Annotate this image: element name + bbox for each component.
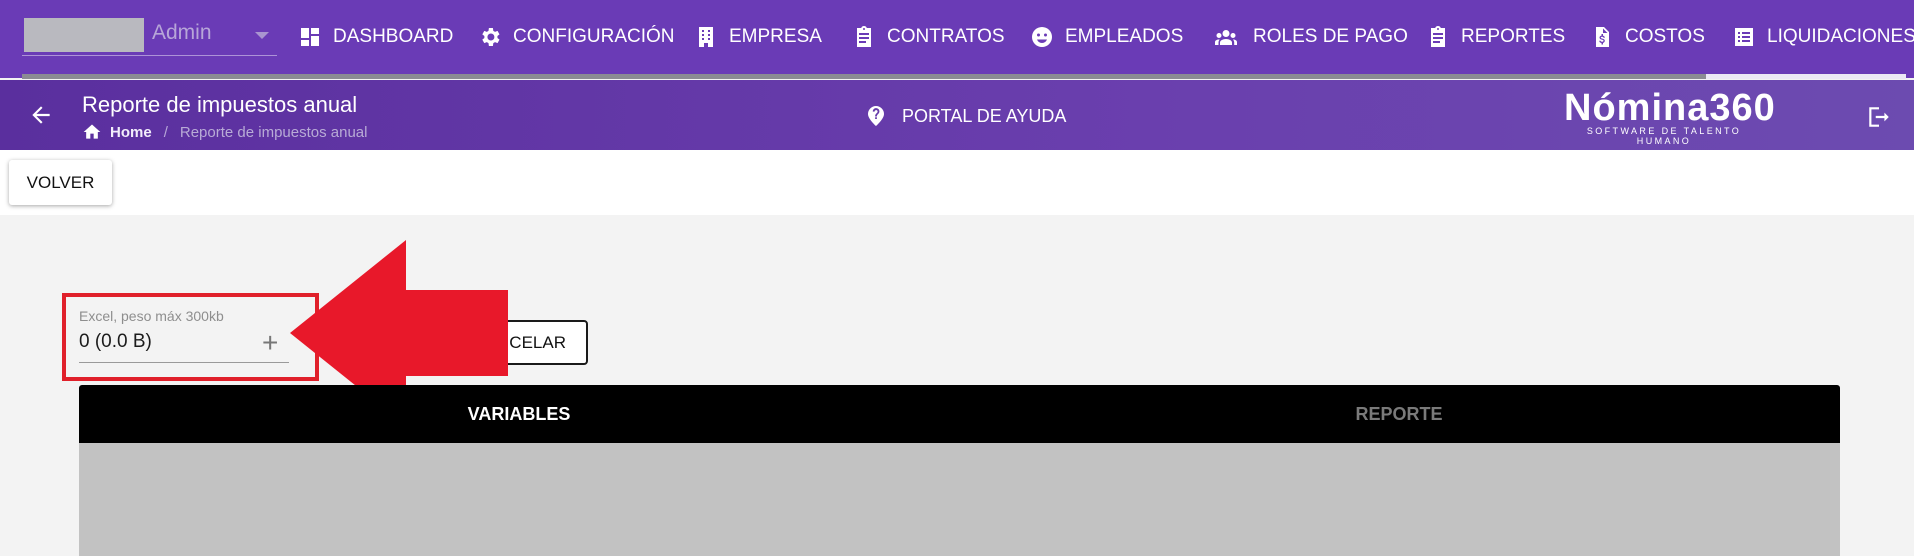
top-navbar: Admin DASHBOARD CONFIGURACIÓN EMPRESA CO… [0, 0, 1914, 79]
nav-contratos[interactable]: CONTRATOS [852, 0, 1005, 74]
breadcrumb-home[interactable]: Home [110, 124, 152, 141]
breadcrumb: Home / Reporte de impuestos anual [82, 122, 367, 142]
brand-logo: Nómina360 SOFTWARE DE TALENTO HUMANO [1564, 87, 1776, 146]
nav-label: ROLES DE PAGO [1253, 26, 1408, 47]
help-portal-label: PORTAL DE AYUDA [902, 105, 1067, 126]
back-arrow-icon[interactable] [28, 102, 54, 128]
logout-icon[interactable] [1866, 104, 1892, 130]
company-select[interactable]: Admin [22, 16, 277, 56]
nav-costos[interactable]: COSTOS [1590, 0, 1705, 74]
nav-active-indicator [1706, 74, 1906, 79]
nav-label: REPORTES [1461, 26, 1566, 47]
nav-indicator-track [22, 74, 1906, 79]
invoice-icon [1596, 27, 1609, 47]
brand-tagline: SOFTWARE DE TALENTO HUMANO [1586, 126, 1742, 146]
people-icon [1215, 30, 1237, 45]
nav-roles-de-pago[interactable]: ROLES DE PAGO [1210, 0, 1408, 74]
company-name: Admin [152, 21, 212, 44]
nav-configuracion[interactable]: CONFIGURACIÓN [478, 0, 675, 74]
page-title: Reporte de impuestos anual [82, 92, 358, 117]
nav-label: CONFIGURACIÓN [513, 26, 675, 47]
file-input-underline [79, 362, 289, 363]
nav-liquidaciones[interactable]: LIQUIDACIONES [1732, 0, 1914, 74]
redacted-company-logo [24, 18, 144, 52]
dashboard-icon [301, 28, 319, 46]
add-file-icon[interactable]: + [262, 329, 278, 357]
nav-empleados[interactable]: EMPLEADOS [1030, 0, 1183, 74]
nav-label: LIQUIDACIONES [1767, 26, 1914, 47]
file-input-value[interactable]: 0 (0.0 B) [79, 331, 152, 353]
action-toolbar [0, 150, 1914, 215]
face-icon [1032, 27, 1052, 47]
back-button[interactable]: VOLVER [9, 160, 112, 205]
gear-icon [482, 28, 500, 46]
breadcrumb-current: Reporte de impuestos anual [179, 123, 368, 141]
tab-variables[interactable]: VARIABLES [79, 385, 959, 443]
chevron-down-icon[interactable] [255, 32, 269, 39]
tab-bar: VARIABLES REPORTE [79, 385, 1840, 443]
help-icon [868, 106, 884, 126]
tab-reporte[interactable]: REPORTE [959, 385, 1839, 443]
building-icon [699, 27, 713, 47]
nav-empresa[interactable]: EMPRESA [694, 0, 822, 74]
help-portal-link[interactable]: PORTAL DE AYUDA [864, 104, 1066, 128]
nav-label: CONTRATOS [887, 26, 1005, 47]
nav-dashboard[interactable]: DASHBOARD [298, 0, 453, 74]
tab-content-panel [79, 443, 1840, 556]
clipboard-icon [1431, 26, 1445, 47]
file-input-label: Excel, peso máx 300kb [79, 308, 224, 324]
nav-label: COSTOS [1625, 26, 1705, 47]
nav-label: EMPRESA [729, 26, 822, 47]
clipboard-icon [857, 26, 871, 47]
home-icon[interactable] [82, 122, 102, 142]
page-header: Reporte de impuestos anual Home / Report… [0, 80, 1914, 150]
nav-label: DASHBOARD [333, 26, 454, 47]
nav-reportes[interactable]: REPORTES [1426, 0, 1565, 74]
breadcrumb-separator: / [163, 123, 168, 141]
brand-name: Nómina360 [1564, 87, 1776, 129]
list-icon [1735, 28, 1753, 46]
nav-label: EMPLEADOS [1065, 26, 1184, 47]
